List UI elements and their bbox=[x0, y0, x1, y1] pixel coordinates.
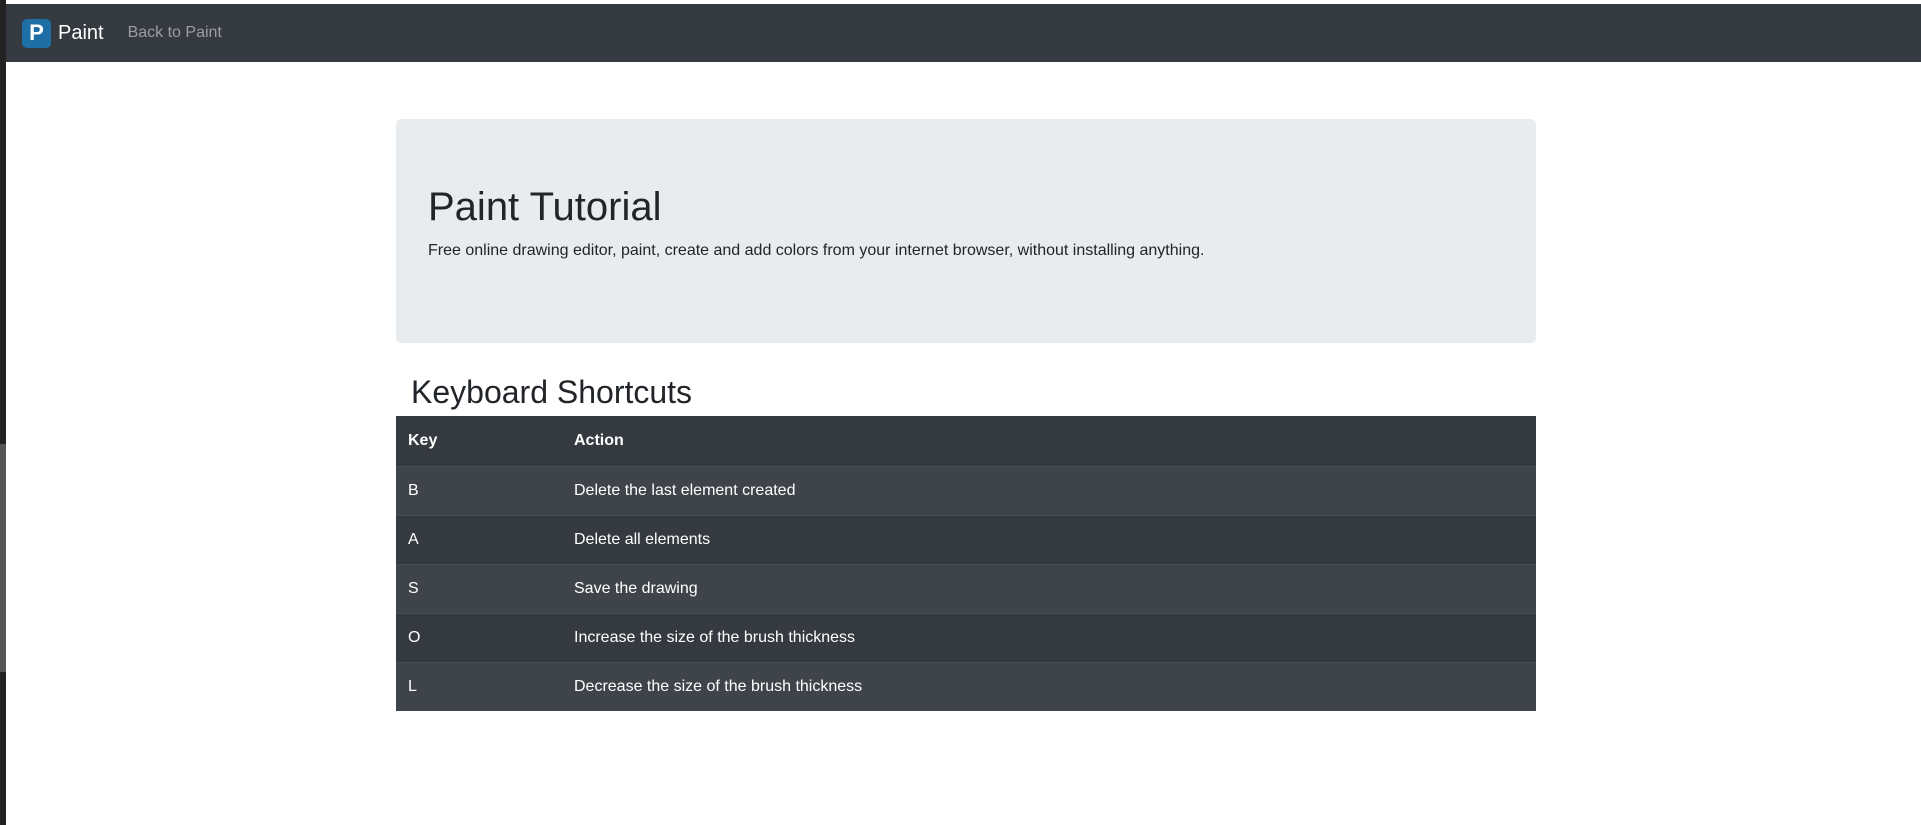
shortcut-action: Save the drawing bbox=[562, 563, 1536, 613]
shortcut-key: B bbox=[396, 465, 562, 515]
shortcuts-heading: Keyboard Shortcuts bbox=[411, 374, 693, 410]
page-description: Free online drawing editor, paint, creat… bbox=[428, 242, 1205, 259]
table-row: B Delete the last element created bbox=[396, 465, 1536, 515]
shortcut-key: S bbox=[396, 563, 562, 613]
jumbotron: Paint Tutorial Free online drawing edito… bbox=[396, 119, 1536, 343]
shortcuts-table: Key Action B Delete the last element cre… bbox=[396, 416, 1536, 711]
shortcut-action: Delete the last element created bbox=[562, 465, 1536, 515]
back-to-paint-link[interactable]: Back to Paint bbox=[128, 24, 222, 42]
brand-name: Paint bbox=[58, 21, 104, 44]
window-left-edge bbox=[0, 0, 6, 825]
table-header-row: Key Action bbox=[396, 416, 1536, 466]
shortcut-key: O bbox=[396, 612, 562, 662]
navbar: P Paint Back to Paint bbox=[6, 4, 1921, 62]
brand-link[interactable]: P Paint bbox=[22, 18, 104, 48]
paint-logo-icon: P bbox=[22, 18, 51, 48]
page-title: Paint Tutorial bbox=[428, 185, 662, 229]
table-row: A Delete all elements bbox=[396, 514, 1536, 564]
main-container: Paint Tutorial Free online drawing edito… bbox=[396, 119, 1536, 711]
table-row: S Save the drawing bbox=[396, 563, 1536, 613]
shortcut-action: Increase the size of the brush thickness bbox=[562, 612, 1536, 662]
column-header-action: Action bbox=[574, 431, 624, 449]
table-row: L Decrease the size of the brush thickne… bbox=[396, 661, 1536, 711]
shortcut-action: Decrease the size of the brush thickness bbox=[562, 661, 1536, 711]
column-header-key: Key bbox=[408, 431, 438, 449]
window-edge-segment bbox=[0, 444, 6, 672]
shortcut-action: Delete all elements bbox=[562, 514, 1536, 564]
shortcut-key: A bbox=[396, 514, 562, 564]
shortcut-key: L bbox=[396, 661, 562, 711]
table-row: O Increase the size of the brush thickne… bbox=[396, 612, 1536, 662]
